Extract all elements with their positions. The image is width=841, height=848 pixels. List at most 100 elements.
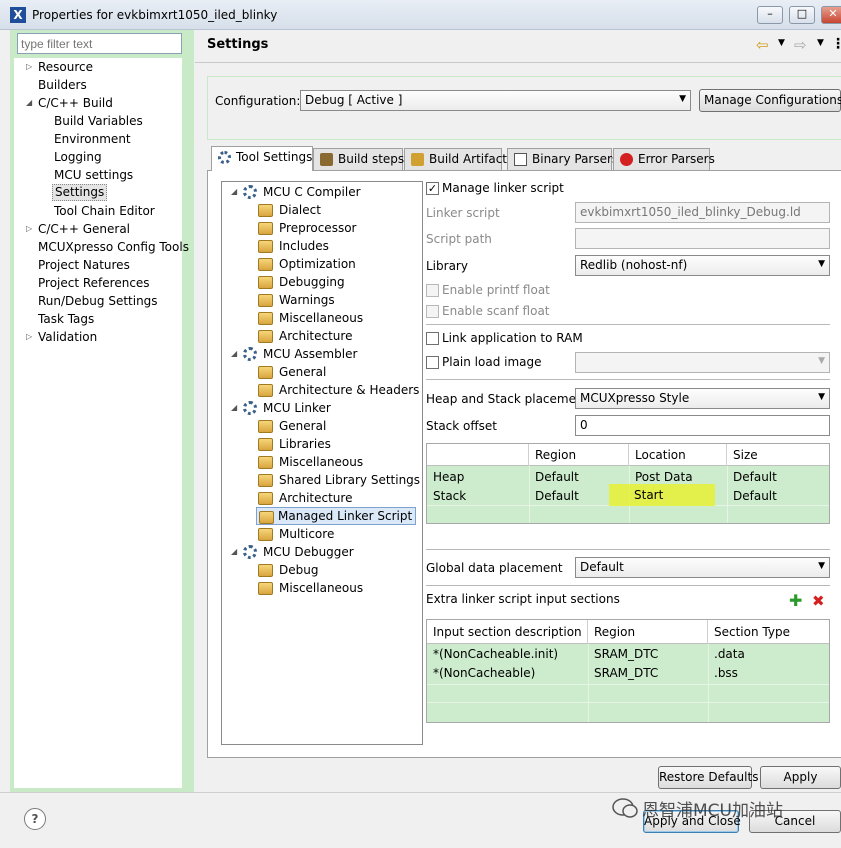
table-cell[interactable]: Default: [727, 487, 777, 506]
apply-button[interactable]: Apply: [760, 766, 841, 789]
expanded-arrow-icon[interactable]: ◢: [26, 94, 32, 112]
linker-script-field[interactable]: evkbimxrt1050_iled_blinky_Debug.ld: [575, 202, 830, 223]
column-header[interactable]: Section Type: [708, 620, 829, 644]
plain-load-image-select[interactable]: ▼: [575, 352, 830, 373]
table-cell[interactable]: .data: [708, 645, 745, 664]
manage-linker-script-checkbox[interactable]: ✓: [426, 182, 439, 195]
back-menu-chevron-icon[interactable]: ▼: [778, 38, 785, 48]
delete-icon[interactable]: ✖: [812, 593, 825, 609]
collapsed-arrow-icon[interactable]: ▷: [26, 58, 32, 76]
stack-offset-input[interactable]: 0: [575, 415, 830, 436]
enable-scanf-float-checkbox[interactable]: [426, 305, 439, 318]
minimize-button[interactable]: –: [757, 6, 783, 24]
tool-tree-item-libraries[interactable]: Libraries: [258, 435, 331, 453]
tool-tree-item-general[interactable]: General: [258, 417, 326, 435]
table-cell[interactable]: .bss: [708, 664, 738, 683]
column-header[interactable]: Region: [529, 444, 629, 466]
tool-tree-item-mcu-debugger[interactable]: MCU Debugger: [243, 543, 354, 561]
configuration-select[interactable]: Debug [ Active ] ▼: [300, 90, 691, 111]
close-button[interactable]: ✕: [821, 6, 841, 24]
view-menu-icon[interactable]: ⋮: [831, 36, 841, 52]
nav-item-c-c-general[interactable]: C/C++ General: [38, 220, 130, 238]
expanded-arrow-icon[interactable]: ◢: [231, 399, 237, 417]
restore-defaults-button[interactable]: Restore Defaults: [658, 766, 758, 789]
tool-tree-item-mcu-linker[interactable]: MCU Linker: [243, 399, 331, 417]
table-cell[interactable]: Default: [727, 468, 777, 487]
tool-tree-item-debugging[interactable]: Debugging: [258, 273, 345, 291]
table-cell[interactable]: Stack: [427, 487, 466, 506]
tool-tree-item-optimization[interactable]: Optimization: [258, 255, 356, 273]
global-data-placement-select[interactable]: Default ▼: [575, 557, 830, 578]
nav-item-run-debug-settings[interactable]: Run/Debug Settings: [38, 292, 158, 310]
table-cell[interactable]: Heap: [427, 468, 464, 487]
expanded-arrow-icon[interactable]: ◢: [231, 543, 237, 561]
plain-load-image-checkbox[interactable]: [426, 356, 439, 369]
tool-tree-item-shared-library-settings[interactable]: Shared Library Settings: [258, 471, 420, 489]
filter-input[interactable]: [17, 33, 182, 54]
nav-item-project-natures[interactable]: Project Natures: [38, 256, 130, 274]
link-to-ram-checkbox[interactable]: [426, 332, 439, 345]
tool-tree-item-miscellaneous[interactable]: Miscellaneous: [258, 309, 363, 327]
table-cell[interactable]: *(NonCacheable.init): [427, 645, 558, 664]
heap-stack-placement-select[interactable]: MCUXpresso Style ▼: [575, 388, 830, 409]
tool-tree-item-preprocessor[interactable]: Preprocessor: [258, 219, 356, 237]
tool-tree-item-multicore[interactable]: Multicore: [258, 525, 334, 543]
tool-tree-item-architecture-headers[interactable]: Architecture & Headers: [258, 381, 419, 399]
tool-tree-item-dialect[interactable]: Dialect: [258, 201, 321, 219]
tool-tree-item-warnings[interactable]: Warnings: [258, 291, 335, 309]
tool-tree-item-mcu-c-compiler[interactable]: MCU C Compiler: [243, 183, 361, 201]
manage-configurations-button[interactable]: Manage Configurations...: [699, 89, 841, 112]
table-cell[interactable]: Start: [634, 488, 663, 502]
tab-error-parsers[interactable]: Error Parsers: [613, 148, 715, 170]
nav-item-logging[interactable]: Logging: [54, 148, 102, 166]
tool-tree-item-general[interactable]: General: [258, 363, 326, 381]
column-header[interactable]: Input section description: [427, 620, 588, 644]
script-path-field[interactable]: [575, 228, 830, 249]
nav-item-c-c-build[interactable]: C/C++ Build: [38, 94, 113, 112]
table-cell[interactable]: SRAM_DTC: [588, 645, 658, 664]
nav-item-mcuxpresso-config-tools[interactable]: MCUXpresso Config Tools: [38, 238, 189, 256]
nav-item-validation[interactable]: Validation: [38, 328, 97, 346]
tool-tree-item-mcu-assembler[interactable]: MCU Assembler: [243, 345, 357, 363]
collapsed-arrow-icon[interactable]: ▷: [26, 220, 32, 238]
tab-build-steps[interactable]: Build steps: [313, 148, 404, 170]
nav-item-settings[interactable]: Settings: [52, 184, 108, 201]
tool-tree-item-architecture[interactable]: Architecture: [258, 489, 352, 507]
nav-item-environment[interactable]: Environment: [54, 130, 131, 148]
enable-printf-float-checkbox[interactable]: [426, 284, 439, 297]
nav-item-task-tags[interactable]: Task Tags: [38, 310, 94, 328]
table-cell[interactable]: Default: [529, 487, 579, 506]
tool-tree-item-miscellaneous[interactable]: Miscellaneous: [258, 579, 363, 597]
tool-tree-item-includes[interactable]: Includes: [258, 237, 329, 255]
table-cell[interactable]: *(NonCacheable): [427, 664, 535, 683]
help-button[interactable]: ?: [24, 808, 46, 830]
nav-item-tool-chain-editor[interactable]: Tool Chain Editor: [54, 202, 155, 220]
tool-tree-item-managed-linker-script[interactable]: Managed Linker Script: [256, 507, 417, 525]
column-header[interactable]: [427, 444, 529, 466]
collapsed-arrow-icon[interactable]: ▷: [26, 328, 32, 346]
tab-build-artifact[interactable]: Build Artifact: [404, 148, 507, 170]
tool-tree-item-debug[interactable]: Debug: [258, 561, 318, 579]
table-cell[interactable]: SRAM_DTC: [588, 664, 658, 683]
tab-binary-parsers[interactable]: Binary Parsers: [507, 148, 618, 170]
nav-item-resource[interactable]: Resource: [38, 58, 93, 76]
nav-item-builders[interactable]: Builders: [38, 76, 87, 94]
column-header[interactable]: Size: [727, 444, 829, 466]
back-arrow-icon[interactable]: ⇦: [756, 36, 769, 54]
forward-arrow-icon[interactable]: ⇨: [794, 36, 807, 54]
maximize-button[interactable]: □: [789, 6, 815, 24]
expanded-arrow-icon[interactable]: ◢: [231, 183, 237, 201]
column-header[interactable]: Region: [588, 620, 708, 644]
tool-tree-item-architecture[interactable]: Architecture: [258, 327, 352, 345]
table-cell[interactable]: Default: [529, 468, 579, 487]
nav-item-mcu-settings[interactable]: MCU settings: [54, 166, 133, 184]
forward-menu-chevron-icon[interactable]: ▼: [817, 38, 824, 48]
column-header[interactable]: Location: [629, 444, 727, 466]
nav-item-build-variables[interactable]: Build Variables: [54, 112, 143, 130]
library-select[interactable]: Redlib (nohost-nf) ▼: [575, 255, 830, 276]
tool-tree-item-miscellaneous[interactable]: Miscellaneous: [258, 453, 363, 471]
expanded-arrow-icon[interactable]: ◢: [231, 345, 237, 363]
nav-item-project-references[interactable]: Project References: [38, 274, 150, 292]
tab-tool-settings[interactable]: Tool Settings: [211, 146, 313, 171]
add-icon[interactable]: ✚: [789, 593, 802, 609]
